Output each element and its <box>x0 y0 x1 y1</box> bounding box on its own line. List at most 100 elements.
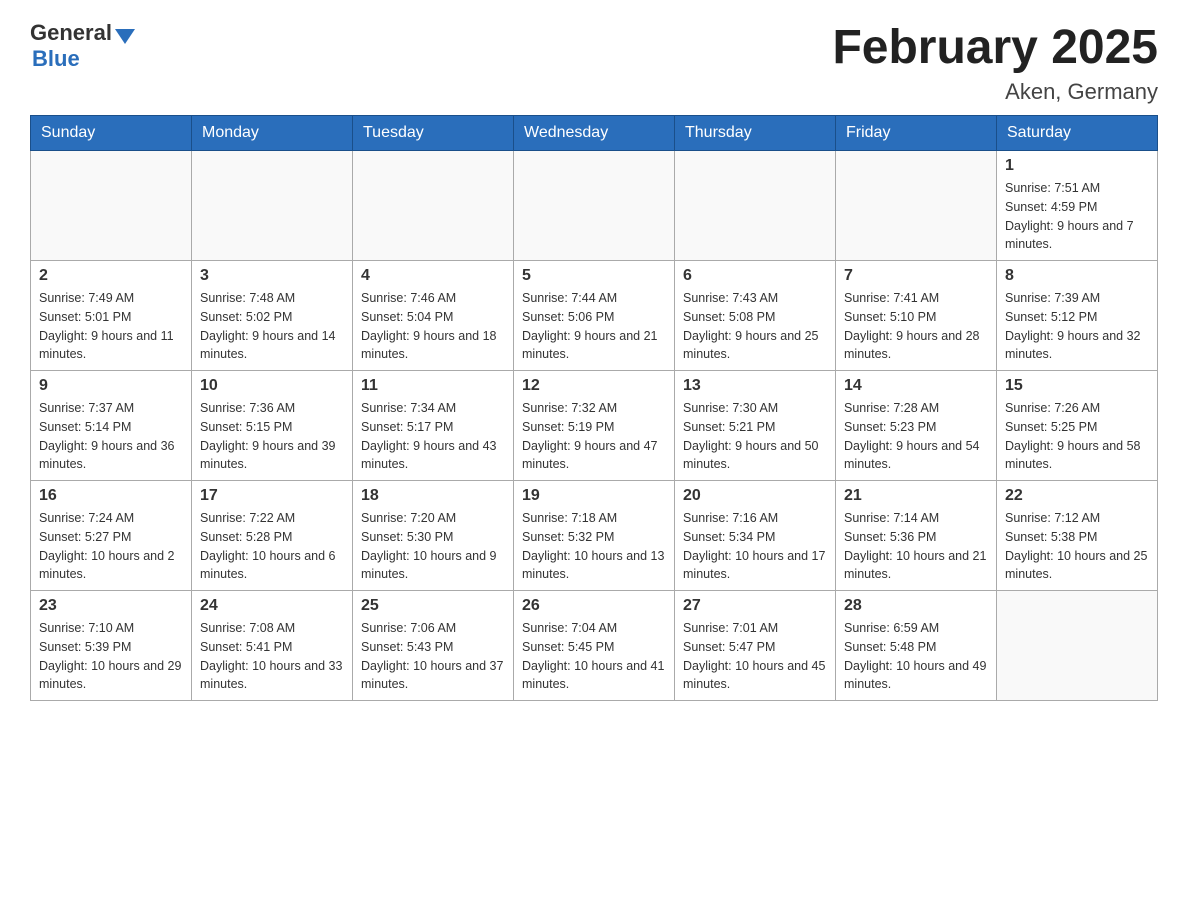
calendar-cell: 14Sunrise: 7:28 AM Sunset: 5:23 PM Dayli… <box>836 371 997 481</box>
day-info: Sunrise: 7:32 AM Sunset: 5:19 PM Dayligh… <box>522 399 666 474</box>
page-header: General Blue February 2025 Aken, Germany <box>30 20 1158 105</box>
day-number: 16 <box>39 487 183 505</box>
day-info: Sunrise: 7:10 AM Sunset: 5:39 PM Dayligh… <box>39 619 183 694</box>
calendar-cell: 11 Sunrise: 7:34 AM Sunset: 5:17 PM Dayli… <box>353 371 514 481</box>
calendar-cell: 21Sunrise: 7:14 AM Sunset: 5:36 PM Dayli… <box>836 481 997 591</box>
calendar-cell: 13 Sunrise: 7:30 AM Sunset: 5:21 PM Dayli… <box>675 371 836 481</box>
calendar-cell: 27 Sunrise: 7:01 AM Sunset: 5:47 PM Dayli… <box>675 591 836 701</box>
calendar-cell: 28 Sunrise: 6:59 AM Sunset: 5:48 PM Dayli… <box>836 591 997 701</box>
day-number: 8 <box>1005 267 1149 285</box>
calendar-header-saturday: Saturday <box>997 116 1158 151</box>
logo-general: General <box>30 20 112 46</box>
day-number: 12 <box>522 377 666 395</box>
day-number: 26 <box>522 597 666 615</box>
calendar-cell: 25 Sunrise: 7:06 AM Sunset: 5:43 PM Dayli… <box>353 591 514 701</box>
calendar-table: SundayMondayTuesdayWednesdayThursdayFrid… <box>30 115 1158 701</box>
calendar-cell: 19 Sunrise: 7:18 AM Sunset: 5:32 PM Dayli… <box>514 481 675 591</box>
day-info: Sunrise: 7:26 AM Sunset: 5:25 PM Dayligh… <box>1005 399 1149 474</box>
day-number: 14 <box>844 377 988 395</box>
day-number: 6 <box>683 267 827 285</box>
day-info: Sunrise: 6:59 AM Sunset: 5:48 PM Dayligh… <box>844 619 988 694</box>
day-info: Sunrise: 7:37 AM Sunset: 5:14 PM Dayligh… <box>39 399 183 474</box>
calendar-cell <box>192 151 353 261</box>
calendar-cell: 2 Sunrise: 7:49 AM Sunset: 5:01 PM Daylig… <box>31 261 192 371</box>
day-number: 19 <box>522 487 666 505</box>
day-info: Sunrise: 7:16 AM Sunset: 5:34 PM Dayligh… <box>683 509 827 584</box>
calendar-subtitle: Aken, Germany <box>832 79 1158 105</box>
day-number: 28 <box>844 597 988 615</box>
day-info: Sunrise: 7:34 AM Sunset: 5:17 PM Dayligh… <box>361 399 505 474</box>
logo-triangle-icon <box>115 29 135 44</box>
day-number: 4 <box>361 267 505 285</box>
calendar-cell: 7Sunrise: 7:41 AM Sunset: 5:10 PM Daylig… <box>836 261 997 371</box>
day-info: Sunrise: 7:24 AM Sunset: 5:27 PM Dayligh… <box>39 509 183 584</box>
day-info: Sunrise: 7:01 AM Sunset: 5:47 PM Dayligh… <box>683 619 827 694</box>
calendar-cell: 3Sunrise: 7:48 AM Sunset: 5:02 PM Daylig… <box>192 261 353 371</box>
day-info: Sunrise: 7:22 AM Sunset: 5:28 PM Dayligh… <box>200 509 344 584</box>
day-info: Sunrise: 7:51 AM Sunset: 4:59 PM Dayligh… <box>1005 179 1149 254</box>
logo-blue: Blue <box>32 46 80 72</box>
day-number: 23 <box>39 597 183 615</box>
day-number: 17 <box>200 487 344 505</box>
day-info: Sunrise: 7:12 AM Sunset: 5:38 PM Dayligh… <box>1005 509 1149 584</box>
day-number: 15 <box>1005 377 1149 395</box>
day-number: 20 <box>683 487 827 505</box>
day-number: 25 <box>361 597 505 615</box>
calendar-cell: 18Sunrise: 7:20 AM Sunset: 5:30 PM Dayli… <box>353 481 514 591</box>
day-info: Sunrise: 7:49 AM Sunset: 5:01 PM Dayligh… <box>39 289 183 364</box>
day-number: 11 <box>361 377 505 395</box>
calendar-cell: 23 Sunrise: 7:10 AM Sunset: 5:39 PM Dayli… <box>31 591 192 701</box>
day-number: 18 <box>361 487 505 505</box>
calendar-header-thursday: Thursday <box>675 116 836 151</box>
day-info: Sunrise: 7:39 AM Sunset: 5:12 PM Dayligh… <box>1005 289 1149 364</box>
day-info: Sunrise: 7:43 AM Sunset: 5:08 PM Dayligh… <box>683 289 827 364</box>
calendar-cell <box>997 591 1158 701</box>
calendar-week-4: 16 Sunrise: 7:24 AM Sunset: 5:27 PM Dayli… <box>31 481 1158 591</box>
calendar-cell: 8 Sunrise: 7:39 AM Sunset: 5:12 PM Daylig… <box>997 261 1158 371</box>
calendar-week-2: 2 Sunrise: 7:49 AM Sunset: 5:01 PM Daylig… <box>31 261 1158 371</box>
calendar-cell: 15 Sunrise: 7:26 AM Sunset: 5:25 PM Dayli… <box>997 371 1158 481</box>
day-info: Sunrise: 7:30 AM Sunset: 5:21 PM Dayligh… <box>683 399 827 474</box>
calendar-cell: 5Sunrise: 7:44 AM Sunset: 5:06 PM Daylig… <box>514 261 675 371</box>
calendar-cell: 10 Sunrise: 7:36 AM Sunset: 5:15 PM Dayli… <box>192 371 353 481</box>
calendar-cell: 24Sunrise: 7:08 AM Sunset: 5:41 PM Dayli… <box>192 591 353 701</box>
calendar-cell: 26 Sunrise: 7:04 AM Sunset: 5:45 PM Dayli… <box>514 591 675 701</box>
calendar-header-tuesday: Tuesday <box>353 116 514 151</box>
calendar-cell: 16 Sunrise: 7:24 AM Sunset: 5:27 PM Dayli… <box>31 481 192 591</box>
day-number: 10 <box>200 377 344 395</box>
day-info: Sunrise: 7:06 AM Sunset: 5:43 PM Dayligh… <box>361 619 505 694</box>
calendar-cell: 17 Sunrise: 7:22 AM Sunset: 5:28 PM Dayli… <box>192 481 353 591</box>
day-info: Sunrise: 7:46 AM Sunset: 5:04 PM Dayligh… <box>361 289 505 364</box>
day-info: Sunrise: 7:04 AM Sunset: 5:45 PM Dayligh… <box>522 619 666 694</box>
day-info: Sunrise: 7:44 AM Sunset: 5:06 PM Dayligh… <box>522 289 666 364</box>
calendar-cell: 4 Sunrise: 7:46 AM Sunset: 5:04 PM Daylig… <box>353 261 514 371</box>
calendar-cell: 6 Sunrise: 7:43 AM Sunset: 5:08 PM Daylig… <box>675 261 836 371</box>
calendar-cell: 12 Sunrise: 7:32 AM Sunset: 5:19 PM Dayli… <box>514 371 675 481</box>
calendar-header-monday: Monday <box>192 116 353 151</box>
day-info: Sunrise: 7:18 AM Sunset: 5:32 PM Dayligh… <box>522 509 666 584</box>
day-number: 21 <box>844 487 988 505</box>
day-number: 2 <box>39 267 183 285</box>
day-info: Sunrise: 7:41 AM Sunset: 5:10 PM Dayligh… <box>844 289 988 364</box>
calendar-cell: 9 Sunrise: 7:37 AM Sunset: 5:14 PM Daylig… <box>31 371 192 481</box>
calendar-header-sunday: Sunday <box>31 116 192 151</box>
day-number: 13 <box>683 377 827 395</box>
calendar-cell <box>675 151 836 261</box>
calendar-title: February 2025 <box>832 20 1158 75</box>
calendar-week-5: 23 Sunrise: 7:10 AM Sunset: 5:39 PM Dayli… <box>31 591 1158 701</box>
day-number: 1 <box>1005 157 1149 175</box>
logo: General Blue <box>30 20 135 72</box>
calendar-week-1: 1 Sunrise: 7:51 AM Sunset: 4:59 PM Daylig… <box>31 151 1158 261</box>
calendar-header-friday: Friday <box>836 116 997 151</box>
day-number: 22 <box>1005 487 1149 505</box>
day-number: 24 <box>200 597 344 615</box>
calendar-week-3: 9 Sunrise: 7:37 AM Sunset: 5:14 PM Daylig… <box>31 371 1158 481</box>
calendar-header-row: SundayMondayTuesdayWednesdayThursdayFrid… <box>31 116 1158 151</box>
calendar-cell <box>353 151 514 261</box>
calendar-cell: 1 Sunrise: 7:51 AM Sunset: 4:59 PM Daylig… <box>997 151 1158 261</box>
day-info: Sunrise: 7:36 AM Sunset: 5:15 PM Dayligh… <box>200 399 344 474</box>
day-number: 9 <box>39 377 183 395</box>
calendar-cell: 22 Sunrise: 7:12 AM Sunset: 5:38 PM Dayli… <box>997 481 1158 591</box>
day-number: 27 <box>683 597 827 615</box>
day-info: Sunrise: 7:48 AM Sunset: 5:02 PM Dayligh… <box>200 289 344 364</box>
